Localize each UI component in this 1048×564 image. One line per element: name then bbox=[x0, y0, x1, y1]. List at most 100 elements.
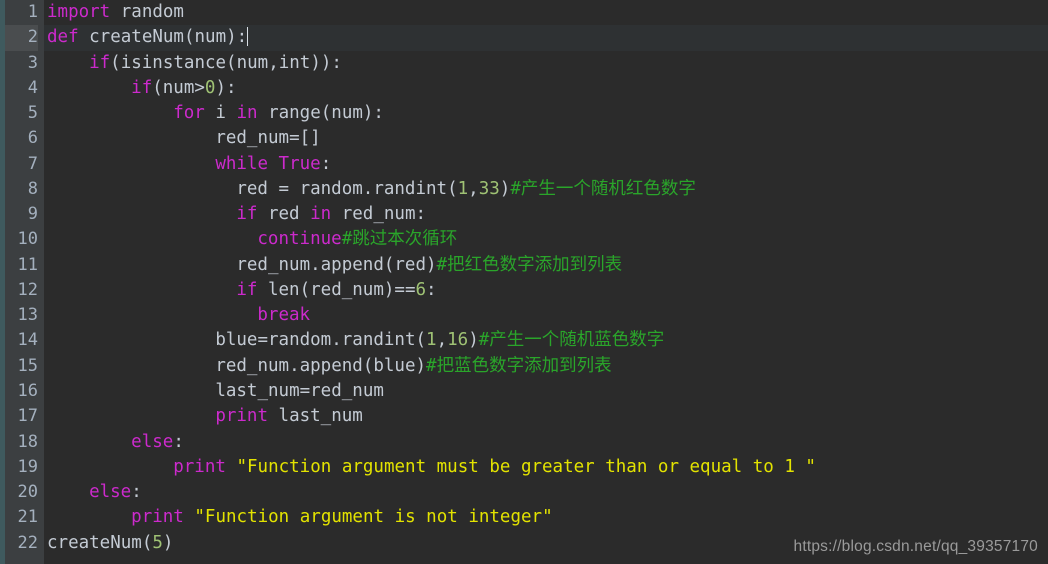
code-line[interactable]: 5 for i in range(num): bbox=[0, 101, 1048, 126]
code-token-num: 16 bbox=[447, 330, 469, 351]
code-line[interactable]: 11 red_num.append(red)#把红色数字添加到列表 bbox=[0, 253, 1048, 278]
code-token-id: : bbox=[320, 153, 332, 174]
code-token-kw: else bbox=[89, 482, 132, 503]
code-token-comh: # bbox=[341, 229, 353, 250]
code-token-num: 5 bbox=[152, 532, 163, 553]
code-content-area[interactable]: 1 import random 2 def createNum(num): 3 if(is… bbox=[0, 0, 1048, 564]
code-token-id: , bbox=[436, 330, 448, 351]
code-token-comh: # bbox=[436, 254, 448, 275]
code-token-kw: in bbox=[236, 103, 258, 124]
code-token-num: 1 bbox=[426, 330, 437, 351]
code-token-num: 0 bbox=[204, 77, 216, 98]
code-token-id: createNum(num): bbox=[78, 27, 248, 48]
code-line-text: if red in red_num: bbox=[236, 202, 426, 227]
code-token-id: : bbox=[173, 431, 184, 452]
code-line[interactable]: 4 if(num>0): bbox=[0, 76, 1048, 101]
code-line[interactable]: 21 print "Function argument is not intege… bbox=[0, 505, 1048, 530]
code-token-id: ) bbox=[162, 532, 174, 553]
code-line[interactable]: 18 else: bbox=[0, 430, 1048, 455]
code-line[interactable]: 10 continue#跳过本次循环 bbox=[0, 227, 1048, 252]
code-token-id: ) bbox=[468, 330, 479, 351]
code-token-id: last_num=red_num bbox=[215, 380, 384, 401]
line-number[interactable]: 22 bbox=[5, 531, 38, 556]
code-token-com: 产生一个随机红色数字 bbox=[520, 178, 696, 199]
line-number[interactable]: 17 bbox=[5, 404, 38, 429]
line-number[interactable]: 1 bbox=[5, 0, 38, 25]
line-number[interactable]: 8 bbox=[5, 177, 38, 202]
line-number[interactable]: 15 bbox=[5, 354, 38, 379]
line-number[interactable]: 21 bbox=[5, 505, 38, 530]
code-line-text: import random bbox=[47, 0, 184, 25]
code-token-comh: # bbox=[510, 178, 521, 199]
code-token-com: 把红色数字添加到列表 bbox=[447, 254, 623, 275]
code-line[interactable]: 3 if(isinstance(num,int)): bbox=[0, 51, 1048, 76]
code-token-kw: if bbox=[236, 279, 258, 300]
code-token-com: 产生一个随机蓝色数字 bbox=[489, 330, 665, 351]
code-line-text: last_num=red_num bbox=[215, 379, 384, 404]
code-line-text: print "Function argument must be greater… bbox=[173, 455, 816, 480]
watermark-url: https://blog.csdn.net/qq_39357170 bbox=[793, 538, 1038, 555]
code-line[interactable]: 20 else: bbox=[0, 480, 1048, 505]
code-line[interactable]: 12 if len(red_num)==6: bbox=[0, 278, 1048, 303]
code-line[interactable]: 6 red_num=[] bbox=[0, 126, 1048, 151]
code-token-id: createNum( bbox=[47, 532, 153, 553]
line-number[interactable]: 14 bbox=[5, 328, 38, 353]
code-token-id: range(num): bbox=[257, 103, 384, 124]
code-line[interactable]: 9 if red in red_num: bbox=[0, 202, 1048, 227]
code-token-id: last_num bbox=[268, 406, 363, 427]
line-number[interactable]: 3 bbox=[5, 51, 38, 76]
code-token-id: ) bbox=[499, 178, 511, 199]
code-token-kw: if bbox=[89, 52, 111, 73]
code-token-id: red_num.append(blue) bbox=[215, 355, 427, 376]
code-line-text: if(num>0): bbox=[131, 76, 236, 101]
line-number[interactable]: 12 bbox=[5, 278, 38, 303]
line-number[interactable]: 5 bbox=[5, 101, 38, 126]
line-number[interactable]: 6 bbox=[5, 126, 38, 151]
code-line-text: for i in range(num): bbox=[173, 101, 384, 126]
code-line-text: blue=random.randint(1,16)#产生一个随机蓝色数字 bbox=[215, 328, 664, 353]
line-number[interactable]: 13 bbox=[5, 303, 38, 328]
code-line-text: while True: bbox=[215, 152, 331, 177]
code-token-id: len(red_num)== bbox=[257, 279, 416, 300]
code-line-text: createNum(5) bbox=[47, 531, 173, 556]
line-number[interactable]: 4 bbox=[5, 76, 38, 101]
code-line-text: print last_num bbox=[215, 404, 363, 429]
code-token-com: 跳过本次循环 bbox=[352, 229, 458, 250]
code-line[interactable]: 13 break bbox=[0, 303, 1048, 328]
code-line-text: red_num=[] bbox=[215, 126, 320, 151]
code-line[interactable]: 8 red = random.randint(1,33)#产生一个随机红色数字 bbox=[0, 177, 1048, 202]
code-token-id: red bbox=[257, 204, 311, 225]
line-number[interactable]: 10 bbox=[5, 227, 38, 252]
code-token-id: , bbox=[468, 178, 479, 199]
line-number[interactable]: 19 bbox=[5, 455, 38, 480]
line-number[interactable]: 18 bbox=[5, 430, 38, 455]
code-token-id: red = random.randint( bbox=[236, 178, 458, 199]
code-line-text: break bbox=[257, 303, 310, 328]
line-number[interactable]: 2 bbox=[5, 25, 38, 51]
code-line[interactable]: 2 def createNum(num): bbox=[0, 25, 1048, 51]
line-number[interactable]: 16 bbox=[5, 379, 38, 404]
code-line[interactable]: 17 print last_num bbox=[0, 404, 1048, 429]
code-line-text: if(isinstance(num,int)): bbox=[89, 51, 342, 76]
code-token-id: ): bbox=[215, 77, 237, 98]
line-number[interactable]: 11 bbox=[5, 253, 38, 278]
code-line[interactable]: 7 while True: bbox=[0, 152, 1048, 177]
code-line[interactable]: 15 red_num.append(blue)#把蓝色数字添加到列表 bbox=[0, 354, 1048, 379]
code-token-kw: for bbox=[173, 103, 205, 124]
code-token-kw: def bbox=[47, 27, 79, 48]
line-number[interactable]: 20 bbox=[5, 480, 38, 505]
code-line-text: red_num.append(red)#把红色数字添加到列表 bbox=[236, 253, 622, 278]
code-line[interactable]: 19 print "Function argument must be great… bbox=[0, 455, 1048, 480]
code-token-kw: else bbox=[131, 431, 174, 452]
code-token-comh: # bbox=[426, 355, 437, 376]
line-number[interactable]: 7 bbox=[5, 152, 38, 177]
code-line-text: red = random.randint(1,33)#产生一个随机红色数字 bbox=[236, 177, 696, 202]
code-line[interactable]: 16 last_num=red_num bbox=[0, 379, 1048, 404]
code-line-text: else: bbox=[89, 480, 142, 505]
code-line[interactable]: 1 import random bbox=[0, 0, 1048, 25]
line-number[interactable]: 9 bbox=[5, 202, 38, 227]
code-line-text: continue#跳过本次循环 bbox=[257, 227, 457, 252]
code-editor: 1 import random 2 def createNum(num): 3 if(is… bbox=[0, 0, 1048, 564]
code-line[interactable]: 14 blue=random.randint(1,16)#产生一个随机蓝色数字 bbox=[0, 328, 1048, 353]
code-token-kw: print bbox=[215, 406, 268, 427]
